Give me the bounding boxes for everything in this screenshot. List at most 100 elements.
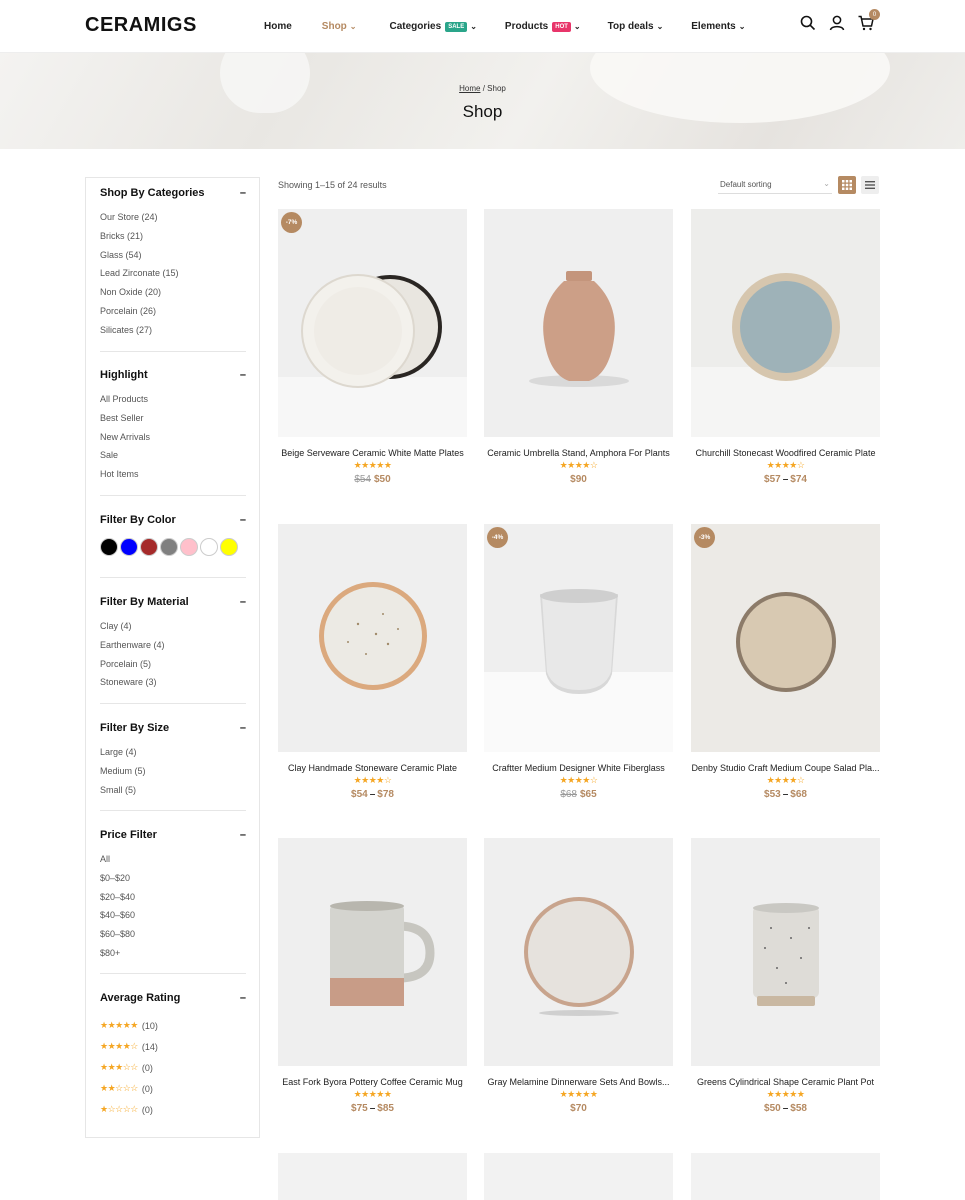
collapse-icon[interactable]: – (240, 596, 246, 608)
product-image[interactable] (278, 838, 467, 1066)
product-card[interactable]: Gray Melamine Dinnerware Sets And Bowls.… (484, 838, 673, 1114)
product-title[interactable]: Gray Melamine Dinnerware Sets And Bowls.… (484, 1077, 673, 1087)
product-title[interactable]: Churchill Stonecast Woodfired Ceramic Pl… (691, 448, 880, 458)
star-rating: ★☆☆☆☆ (100, 1104, 138, 1114)
nav-categories[interactable]: Categories SALE ⌄ (390, 21, 477, 32)
filter-option[interactable]: Porcelain (26) (100, 306, 246, 325)
collapse-icon[interactable]: – (240, 187, 246, 199)
filter-option[interactable]: Best Seller (100, 413, 246, 432)
filter-option[interactable]: $80+ (100, 948, 246, 967)
collapse-icon[interactable]: – (240, 722, 246, 734)
product-image[interactable]: -4% (484, 524, 673, 752)
search-icon[interactable] (800, 15, 816, 31)
widget-title[interactable]: Shop By Categories – (100, 187, 246, 199)
product-image[interactable] (691, 1153, 880, 1200)
product-card[interactable]: -3% Denby Studio Craft Medium Coupe Salad… (691, 524, 880, 800)
widget-title[interactable]: Filter By Material – (100, 596, 246, 608)
product-image[interactable] (484, 1153, 673, 1200)
filter-option[interactable]: Lead Zirconate (15) (100, 268, 246, 287)
filter-option[interactable]: New Arrivals (100, 432, 246, 451)
filter-option[interactable]: Medium (5) (100, 766, 246, 785)
filter-option[interactable]: Hot Items (100, 469, 246, 488)
filter-option[interactable]: $0–$20 (100, 873, 246, 892)
product-title[interactable]: Beige Serveware Ceramic White Matte Plat… (278, 448, 467, 458)
rating-filter-option[interactable]: ★☆☆☆☆ (0) (100, 1099, 246, 1120)
nav-shop[interactable]: Shop ⌄ (322, 21, 357, 32)
filter-option[interactable]: Small (5) (100, 785, 246, 804)
product-title[interactable]: Ceramic Umbrella Stand, Amphora For Plan… (484, 448, 673, 458)
rating-count: (0) (141, 1104, 153, 1115)
filter-option[interactable]: $40–$60 (100, 910, 246, 929)
widget-title[interactable]: Filter By Color – (100, 514, 246, 526)
filter-option[interactable]: All Products (100, 394, 246, 413)
widget-title[interactable]: Price Filter – (100, 829, 246, 841)
filter-option[interactable]: Silicates (27) (100, 325, 246, 344)
product-image[interactable] (278, 524, 467, 752)
filter-option[interactable]: Large (4) (100, 747, 246, 766)
color-swatch[interactable] (120, 538, 138, 556)
product-image[interactable] (484, 209, 673, 437)
color-swatch[interactable] (180, 538, 198, 556)
color-swatch[interactable] (160, 538, 178, 556)
filter-option[interactable]: Sale (100, 450, 246, 469)
product-image[interactable] (691, 838, 880, 1066)
filter-option[interactable]: Non Oxide (20) (100, 287, 246, 306)
rating-filter-option[interactable]: ★★☆☆☆ (0) (100, 1078, 246, 1099)
product-image[interactable] (691, 209, 880, 437)
color-swatch[interactable] (200, 538, 218, 556)
product-title[interactable]: East Fork Byora Pottery Coffee Ceramic M… (278, 1077, 467, 1087)
widget-title[interactable]: Filter By Size – (100, 722, 246, 734)
color-swatch[interactable] (100, 538, 118, 556)
list-view-icon[interactable] (861, 176, 879, 194)
cart-icon[interactable]: 0 (858, 9, 880, 31)
breadcrumb-home-link[interactable]: Home (459, 84, 480, 93)
product-image[interactable] (484, 838, 673, 1066)
product-card[interactable]: Clay Handmade Stoneware Ceramic Plate ★★★… (278, 524, 467, 800)
user-icon[interactable] (829, 15, 845, 31)
product-title[interactable]: Craftter Medium Designer White Fiberglas… (484, 763, 673, 773)
product-image[interactable] (278, 1153, 467, 1200)
product-card[interactable]: Churchill Stonecast Woodfired Ceramic Pl… (691, 209, 880, 485)
nav-home[interactable]: Home (264, 21, 292, 32)
color-swatch[interactable] (140, 538, 158, 556)
filter-option[interactable]: Clay (4) (100, 621, 246, 640)
nav-top-deals[interactable]: Top deals ⌄ (608, 21, 664, 32)
product-title[interactable]: Clay Handmade Stoneware Ceramic Plate (278, 763, 467, 773)
collapse-icon[interactable]: – (240, 992, 246, 1004)
filter-option[interactable]: $20–$40 (100, 892, 246, 911)
nav-products[interactable]: Products HOT ⌄ (505, 21, 581, 32)
product-card[interactable]: -4% Craftter Medium Designer White Fiberg… (484, 524, 673, 800)
collapse-icon[interactable]: – (240, 514, 246, 526)
sort-select[interactable]: Default sorting ⌄ (718, 178, 832, 194)
filter-option[interactable]: Stoneware (3) (100, 677, 246, 696)
price-range-separator: – (782, 474, 789, 485)
color-swatch[interactable] (220, 538, 238, 556)
product-image[interactable]: -7% (278, 209, 467, 437)
filter-option[interactable]: Earthenware (4) (100, 640, 246, 659)
product-title[interactable]: Denby Studio Craft Medium Coupe Salad Pl… (691, 763, 880, 773)
filter-option[interactable]: All (100, 854, 246, 873)
filter-option[interactable]: $60–$80 (100, 929, 246, 948)
product-title[interactable]: Greens Cylindrical Shape Ceramic Plant P… (691, 1077, 880, 1087)
product-image[interactable]: -3% (691, 524, 880, 752)
rating-filter-option[interactable]: ★★★★☆ (14) (100, 1036, 246, 1057)
filter-option[interactable]: Our Store (24) (100, 212, 246, 231)
nav-elements[interactable]: Elements ⌄ (691, 21, 745, 32)
widget-title[interactable]: Average Rating – (100, 992, 246, 1004)
product-card[interactable]: East Fork Byora Pottery Coffee Ceramic M… (278, 838, 467, 1114)
filter-option[interactable]: Porcelain (5) (100, 659, 246, 678)
rating-filter-option[interactable]: ★★★★★ (10) (100, 1015, 246, 1036)
grid-view-icon[interactable] (838, 176, 856, 194)
product-card[interactable]: -7% Beige Serveware Ceramic White Matte P… (278, 209, 467, 485)
site-logo[interactable]: CERAMIGS (85, 14, 197, 37)
collapse-icon[interactable]: – (240, 829, 246, 841)
collapse-icon[interactable]: – (240, 369, 246, 381)
product-card[interactable]: Greens Cylindrical Shape Ceramic Plant P… (691, 838, 880, 1114)
product-card[interactable]: Ceramic Umbrella Stand, Amphora For Plan… (484, 209, 673, 485)
filter-option[interactable]: Bricks (21) (100, 231, 246, 250)
filter-option[interactable]: Glass (54) (100, 250, 246, 269)
old-price: $68 (560, 789, 577, 800)
rating-filter-option[interactable]: ★★★☆☆ (0) (100, 1057, 246, 1078)
widget-title[interactable]: Highlight – (100, 369, 246, 381)
price: $70 (570, 1103, 587, 1114)
